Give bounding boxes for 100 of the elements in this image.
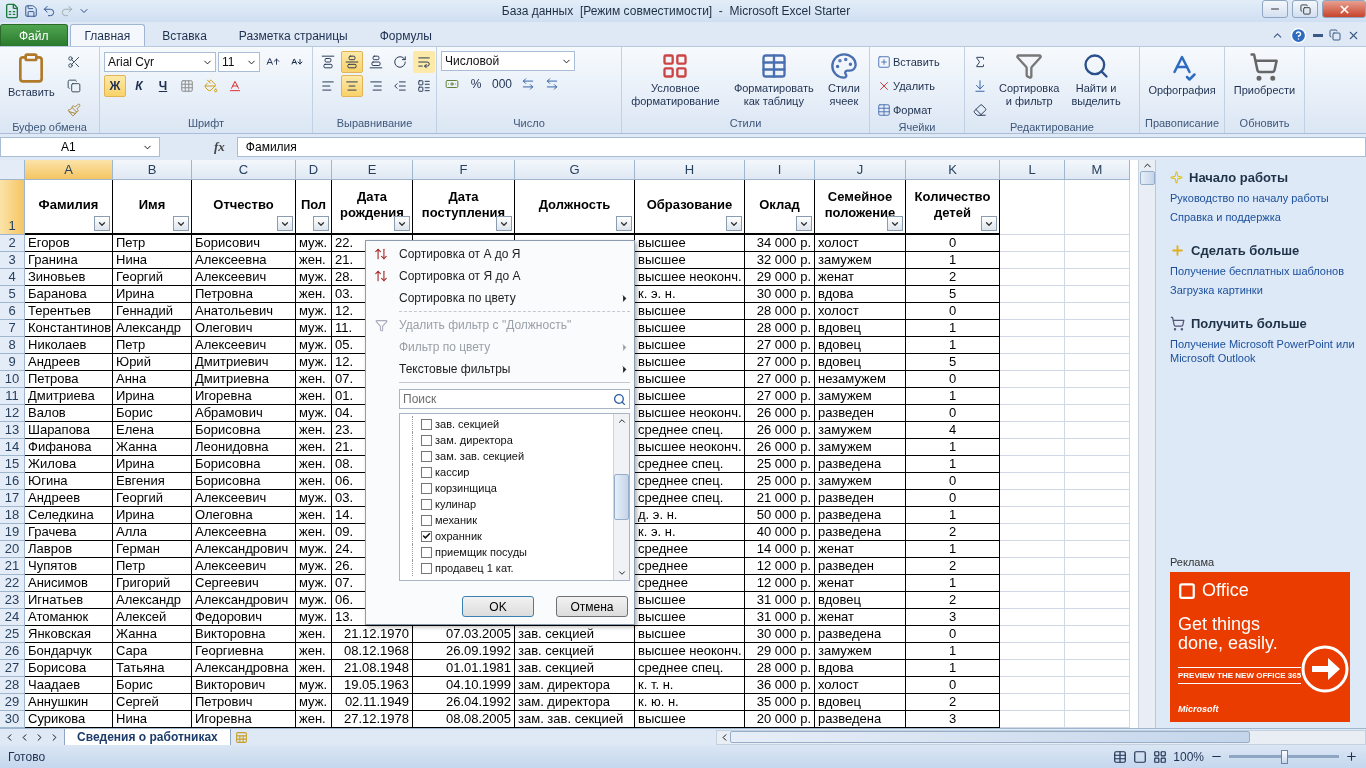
- row-header[interactable]: 27: [0, 660, 25, 677]
- wrap-text-button[interactable]: [413, 51, 435, 73]
- name-box[interactable]: A1: [0, 137, 160, 157]
- filter-button[interactable]: [726, 216, 742, 231]
- italic-button[interactable]: К: [128, 75, 150, 97]
- menu-item[interactable]: Текстовые фильтры: [366, 358, 630, 380]
- row-header[interactable]: 17: [0, 490, 25, 507]
- menu-item[interactable]: Сортировка по цвету: [366, 287, 630, 309]
- filter-button[interactable]: [887, 216, 903, 231]
- filter-button[interactable]: [277, 216, 293, 231]
- column-header[interactable]: M: [1065, 160, 1130, 180]
- undo-button[interactable]: [42, 4, 56, 18]
- row-header[interactable]: 11: [0, 388, 25, 405]
- close-button[interactable]: [1322, 0, 1366, 18]
- checkbox[interactable]: [421, 450, 432, 462]
- thousands-button[interactable]: 000: [489, 73, 516, 95]
- column-header[interactable]: C: [192, 160, 296, 180]
- align-middle-button[interactable]: [341, 51, 363, 73]
- column-header[interactable]: F: [413, 160, 515, 180]
- checkbox[interactable]: [421, 482, 432, 494]
- scroll-thumb[interactable]: [730, 731, 1250, 743]
- pane-link[interactable]: Получение Microsoft PowerPoint или Microsoft Outlook: [1170, 337, 1358, 365]
- formula-field[interactable]: Фамилия: [236, 137, 1366, 157]
- list-scrollbar[interactable]: [613, 414, 629, 580]
- column-header[interactable]: G: [515, 160, 635, 180]
- checkbox[interactable]: [421, 498, 432, 510]
- checkbox[interactable]: [421, 434, 432, 446]
- pane-link[interactable]: Загрузка картинки: [1170, 283, 1358, 297]
- row-header[interactable]: 9: [0, 354, 25, 371]
- cancel-button[interactable]: Отмена: [556, 596, 628, 617]
- row-header[interactable]: 3: [0, 252, 25, 269]
- editing-button[interactable]: Найти и выделить: [1067, 51, 1125, 109]
- row-header[interactable]: 6: [0, 303, 25, 320]
- minimize-button[interactable]: [1262, 0, 1288, 18]
- filter-button[interactable]: [981, 216, 997, 231]
- ribbon-tab[interactable]: Формулы: [364, 24, 447, 46]
- row-header[interactable]: 12: [0, 405, 25, 422]
- save-button[interactable]: [24, 4, 38, 18]
- column-header[interactable]: D: [296, 160, 332, 180]
- filter-button[interactable]: [94, 216, 110, 231]
- ad-banner[interactable]: Office Get things done, easily. PREVIEW THE NEW OFFICE 365 Microsoft: [1170, 572, 1350, 722]
- percent-button[interactable]: %: [465, 73, 487, 95]
- zoom-level[interactable]: 100%: [1173, 749, 1204, 764]
- sheet-tab[interactable]: Сведения о работниках: [64, 728, 231, 746]
- row-header[interactable]: 8: [0, 337, 25, 354]
- pane-link[interactable]: Руководство по началу работы: [1170, 191, 1358, 205]
- vertical-scrollbar[interactable]: [1138, 160, 1155, 728]
- row-header[interactable]: 5: [0, 286, 25, 303]
- row-header[interactable]: 21: [0, 558, 25, 575]
- column-header[interactable]: K: [906, 160, 1000, 180]
- function-label[interactable]: fx: [164, 139, 233, 155]
- row-header[interactable]: 22: [0, 575, 25, 592]
- row-header[interactable]: 4: [0, 269, 25, 286]
- row-header[interactable]: 10: [0, 371, 25, 388]
- checkbox[interactable]: [421, 562, 432, 574]
- column-header[interactable]: J: [815, 160, 906, 180]
- column-header[interactable]: E: [332, 160, 413, 180]
- filter-button[interactable]: [616, 216, 632, 231]
- filter-button[interactable]: [173, 216, 189, 231]
- ribbon-tab[interactable]: Вставка: [147, 24, 222, 46]
- row-header[interactable]: 15: [0, 456, 25, 473]
- row-header[interactable]: 24: [0, 609, 25, 626]
- cells-button[interactable]: Вставить: [874, 51, 943, 73]
- column-header[interactable]: H: [635, 160, 745, 180]
- row-header[interactable]: 28: [0, 677, 25, 694]
- column-header[interactable]: I: [745, 160, 815, 180]
- row-header[interactable]: 14: [0, 439, 25, 456]
- paste-button[interactable]: Вставить: [4, 51, 59, 100]
- cells-button[interactable]: Формат: [874, 99, 943, 121]
- menu-item[interactable]: Сортировка от А до Я: [366, 243, 630, 265]
- spelling-button[interactable]: Орфография: [1144, 51, 1220, 98]
- cells-button[interactable]: Удалить: [874, 75, 943, 97]
- number-format-field[interactable]: Числовой: [441, 51, 575, 71]
- pane-link[interactable]: Справка и поддержка: [1170, 210, 1358, 224]
- row-header[interactable]: 20: [0, 541, 25, 558]
- row-header[interactable]: 16: [0, 473, 25, 490]
- checkbox[interactable]: [421, 466, 432, 478]
- buy-button[interactable]: Приобрести: [1229, 51, 1300, 98]
- row-header[interactable]: 19: [0, 524, 25, 541]
- ok-button[interactable]: OK: [462, 596, 534, 617]
- bold-button[interactable]: Ж: [104, 75, 126, 97]
- column-header[interactable]: L: [1000, 160, 1065, 180]
- row-header[interactable]: 25: [0, 626, 25, 643]
- styles-button[interactable]: Форматировать как таблицу: [729, 51, 818, 109]
- checkbox[interactable]: [421, 418, 432, 430]
- row-header[interactable]: 13: [0, 422, 25, 439]
- font-size-field[interactable]: 11: [218, 52, 260, 72]
- maximize-button[interactable]: [1292, 0, 1318, 18]
- row-header[interactable]: 7: [0, 320, 25, 337]
- row-header[interactable]: 1: [0, 180, 25, 235]
- search-field[interactable]: Поиск: [399, 389, 630, 409]
- zoom-thumb[interactable]: [1280, 749, 1288, 764]
- row-header[interactable]: 18: [0, 507, 25, 524]
- align-center-button[interactable]: [341, 75, 363, 97]
- column-header[interactable]: B: [113, 160, 192, 180]
- ribbon-tab[interactable]: Главная: [69, 24, 146, 46]
- horizontal-scrollbar[interactable]: [716, 729, 1366, 745]
- editing-button[interactable]: Сортировка и фильтр: [995, 51, 1064, 109]
- ribbon-tab[interactable]: Файл: [0, 24, 68, 46]
- font-name-field[interactable]: Arial Cyr: [104, 52, 216, 72]
